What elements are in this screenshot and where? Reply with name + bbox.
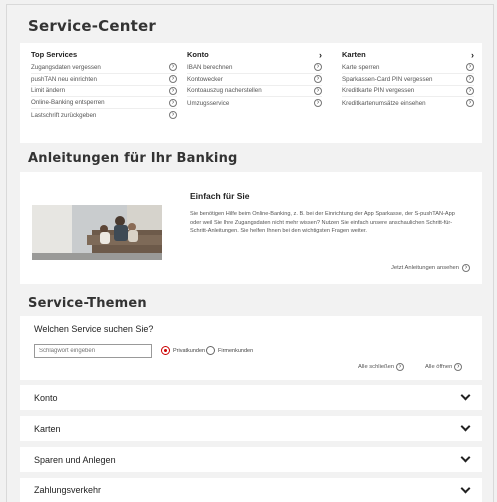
- service-link-item[interactable]: Kontoauszug nacherstellen: [187, 86, 322, 98]
- anleitungen-link[interactable]: Jetzt Anleitungen ansehen: [391, 264, 470, 272]
- service-question: Welchen Service suchen Sie?: [34, 324, 154, 334]
- service-link-label: Online-Banking entsperren: [31, 99, 105, 107]
- arrow-circle-icon: [169, 111, 177, 120]
- service-link-item[interactable]: Online-Banking entsperren: [31, 97, 177, 110]
- service-link-label: Sparkassen-Card PIN vergessen: [342, 75, 433, 83]
- arrow-circle-icon: [314, 63, 322, 72]
- arrow-circle-icon: [169, 63, 177, 72]
- service-link-item[interactable]: Zugangsdaten vergessen: [31, 62, 177, 74]
- accordion-row-karten[interactable]: Karten: [20, 416, 482, 441]
- arrow-circle-icon: [314, 75, 322, 84]
- arrow-circle-icon: [169, 75, 177, 84]
- chevron-down-icon: [460, 483, 471, 493]
- anleitungen-card: Einfach für Sie Sie benötigen Hilfe beim…: [20, 172, 482, 284]
- service-link-item[interactable]: Umzugsservice: [187, 97, 322, 109]
- karten-column-label: Karten: [342, 50, 366, 59]
- arrow-circle-icon: [314, 86, 322, 95]
- minus-circle-icon: [396, 363, 405, 371]
- service-link-label: Kreditkartenumsätze einsehen: [342, 99, 426, 107]
- search-input[interactable]: [34, 344, 152, 358]
- chevron-down-icon: [460, 421, 471, 432]
- expand-all-label: Alle öffnen: [425, 364, 453, 370]
- service-link-item[interactable]: Limit ändern: [31, 86, 177, 98]
- family-photo: [32, 205, 162, 260]
- accordion-label: Sparen und Anlegen: [34, 454, 116, 465]
- arrow-circle-icon: [462, 264, 470, 272]
- anleitungen-heading: Anleitungen für Ihr Banking: [28, 151, 238, 166]
- service-link-item[interactable]: Kontowecker: [187, 74, 322, 86]
- arrow-circle-icon: [466, 63, 474, 72]
- radio-business-label: Firmenkunden: [218, 347, 254, 354]
- radio-business[interactable]: Firmenkunden: [206, 346, 253, 355]
- karten-column: Karten › Karte sperren Sparkassen-Card P…: [342, 49, 474, 109]
- service-link-label: Limit ändern: [31, 87, 66, 95]
- top-services-title: Top Services: [31, 49, 177, 60]
- accordion-label: Konto: [34, 392, 58, 403]
- service-link-item[interactable]: Lastschrift zurückgeben: [31, 109, 177, 121]
- konto-column-title[interactable]: Konto ›: [187, 49, 322, 60]
- konto-column-label: Konto: [187, 50, 209, 59]
- radio-unselected-icon: [206, 346, 215, 355]
- service-link-label: Kontoauszug nacherstellen: [187, 87, 262, 95]
- accordion-row-sparen[interactable]: Sparen und Anlegen: [20, 447, 482, 472]
- service-link-item[interactable]: Sparkassen-Card PIN vergessen: [342, 74, 474, 86]
- chevron-down-icon: [460, 452, 471, 463]
- arrow-circle-icon: [169, 98, 177, 107]
- collapse-all-button[interactable]: Alle schließen: [358, 363, 405, 371]
- arrow-circle-icon: [466, 75, 474, 84]
- service-link-item[interactable]: pushTAN neu einrichten: [31, 74, 177, 86]
- konto-column: Konto › IBAN berechnen Kontowecker Konto…: [187, 49, 322, 109]
- service-link-label: pushTAN neu einrichten: [31, 75, 97, 83]
- plus-circle-icon: [454, 363, 463, 371]
- family-photo-illustration: [32, 205, 162, 260]
- chevron-right-icon: ›: [319, 49, 322, 60]
- arrow-circle-icon: [466, 99, 474, 108]
- expand-all-button[interactable]: Alle öffnen: [425, 363, 463, 371]
- accordion-label: Karten: [34, 423, 61, 434]
- top-services-card: Top Services Zugangsdaten vergessen push…: [20, 43, 482, 143]
- collapse-all-label: Alle schließen: [358, 364, 395, 370]
- service-link-item[interactable]: Kreditkarte PIN vergessen: [342, 86, 474, 98]
- arrow-circle-icon: [314, 99, 322, 108]
- service-link-label: IBAN berechnen: [187, 63, 233, 71]
- accordion-row-konto[interactable]: Konto: [20, 385, 482, 410]
- service-link-item[interactable]: IBAN berechnen: [187, 62, 322, 74]
- accordion-label: Zahlungsverkehr: [34, 485, 102, 495]
- radio-selected-icon: [161, 346, 170, 355]
- arrow-circle-icon: [466, 86, 474, 95]
- anleitungen-link-label: Jetzt Anleitungen ansehen: [390, 265, 459, 271]
- top-services-label: Top Services: [31, 50, 78, 59]
- radio-private-label: Privatkunden: [173, 347, 206, 354]
- service-themen-heading: Service-Themen: [28, 296, 147, 311]
- accordion-row-zahlungsverkehr[interactable]: Zahlungsverkehr: [20, 478, 482, 502]
- service-search-card: Welchen Service suchen Sie? Privatkunden…: [20, 316, 482, 380]
- service-link-label: Karte sperren: [342, 63, 380, 71]
- service-link-item[interactable]: Karte sperren: [342, 62, 474, 74]
- service-link-label: Kreditkarte PIN vergessen: [342, 87, 415, 95]
- chevron-down-icon: [460, 390, 471, 401]
- arrow-circle-icon: [169, 86, 177, 95]
- radio-private[interactable]: Privatkunden: [161, 346, 205, 355]
- page-title: Service-Center: [28, 17, 156, 35]
- chevron-right-icon: ›: [471, 49, 474, 60]
- service-link-label: Kontowecker: [187, 75, 223, 83]
- service-link-label: Zugangsdaten vergessen: [31, 63, 101, 71]
- service-link-label: Umzugsservice: [187, 99, 230, 107]
- anleitungen-card-title: Einfach für Sie: [190, 191, 250, 201]
- anleitungen-text: Sie benötigen Hilfe beim Online-Banking,…: [190, 211, 455, 235]
- top-services-column: Top Services Zugangsdaten vergessen push…: [31, 49, 177, 121]
- service-link-item[interactable]: Kreditkartenumsätze einsehen: [342, 97, 474, 109]
- service-link-label: Lastschrift zurückgeben: [31, 111, 97, 119]
- karten-column-title[interactable]: Karten ›: [342, 49, 474, 60]
